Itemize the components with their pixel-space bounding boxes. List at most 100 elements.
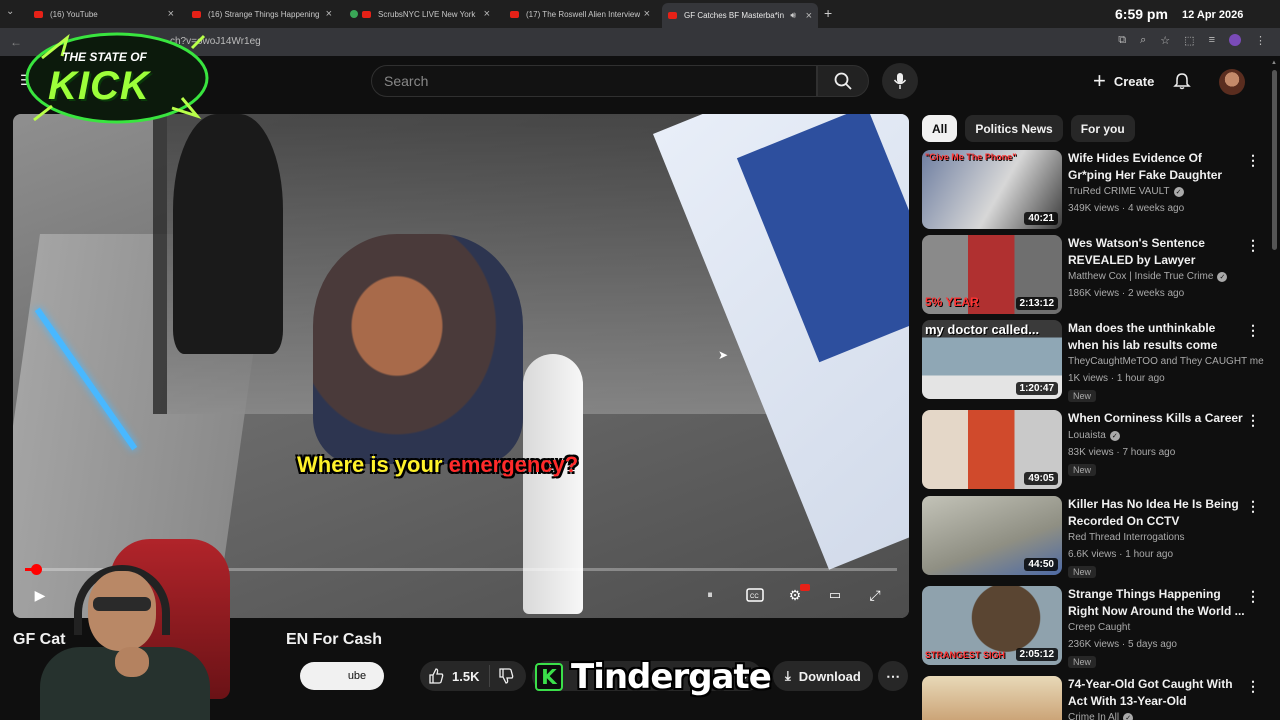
more-options-icon[interactable]: ⋮ <box>1246 412 1260 429</box>
video-title[interactable]: Wife Hides Evidence Of Gr*ping Her Fake … <box>1068 150 1248 184</box>
account-avatar[interactable] <box>1219 69 1245 95</box>
more-options-icon[interactable]: ⋮ <box>1246 498 1260 515</box>
fullscreen-icon[interactable]: ⤢ <box>860 580 890 610</box>
create-button[interactable]: + Create <box>1083 66 1164 96</box>
browser-tab[interactable]: (16) Strange Things Happening × <box>186 4 338 24</box>
autoplay-pause-icon[interactable]: ⏸ <box>695 580 725 610</box>
captions-button[interactable]: CC <box>740 580 770 610</box>
video-title[interactable]: Man does the unthinkable when his lab re… <box>1068 320 1248 354</box>
video-thumbnail[interactable]: "Give Me The Phone" 40:21 <box>922 150 1062 229</box>
close-tab-icon[interactable]: × <box>484 8 490 20</box>
verified-check-icon: ✓ <box>1217 271 1228 282</box>
tab-title: (16) Strange Things Happening <box>208 9 320 19</box>
dislike-button[interactable] <box>490 661 514 691</box>
close-tab-icon[interactable]: × <box>644 8 650 20</box>
thumbnail-caption: 5% YEAR <box>925 295 979 309</box>
install-icon[interactable]: ⧉ <box>1118 34 1126 47</box>
search-button[interactable] <box>817 65 869 97</box>
more-actions-button[interactable]: ⋯ <box>878 661 908 691</box>
video-duration: 44:50 <box>1024 558 1058 571</box>
voice-search-button[interactable] <box>882 63 918 99</box>
chip-all[interactable]: All <box>922 115 958 142</box>
browser-tab-active[interactable]: GF Catches BF Masterba*in 🔊︎ × <box>662 3 818 28</box>
recommended-video[interactable]: 49:05 When Corniness Kills a Career Loua… <box>922 410 1262 492</box>
address-bar-icons: ⧉ ⌕ ☆ ⬚ ≡ ⋮ <box>1118 34 1266 47</box>
channel-name[interactable]: TheyCaughtMeTOO and They CAUGHT me <box>1068 356 1264 367</box>
tab-list-chevron-icon[interactable]: ⌄ <box>6 6 14 17</box>
video-thumbnail[interactable]: STRANGEST SIGH 2:05:12 <box>922 586 1062 665</box>
subtitle-highlight: emergency? <box>448 452 579 477</box>
youtube-icon <box>510 10 519 18</box>
thumbnail-caption: STRANGEST SIGH <box>925 650 1006 660</box>
channel-name-text: Creep Caught <box>1068 622 1131 633</box>
video-title[interactable]: 74-Year-Old Got Caught With Act With 13-… <box>1068 676 1248 710</box>
download-icon: ⤓ <box>785 668 791 683</box>
youtube-icon <box>34 10 43 18</box>
channel-name[interactable]: Red Thread Interrogations <box>1068 532 1185 543</box>
settings-button[interactable]: ⚙︎ <box>780 580 810 610</box>
channel-name-text: Louaista <box>1068 430 1106 441</box>
recommended-video[interactable]: 74-Year-Old Got Caught With Act With 13-… <box>922 676 1262 720</box>
browser-menu-icon[interactable]: ⋮ <box>1255 34 1266 47</box>
channel-name[interactable]: TruRed CRIME VAULT ✓ <box>1068 186 1184 197</box>
like-button[interactable]: 1.5K <box>420 665 490 687</box>
channel-name[interactable]: Creep Caught <box>1068 622 1130 633</box>
tab-title: GF Catches BF Masterba*in <box>684 11 785 20</box>
video-frame-guard <box>173 114 283 354</box>
new-tab-button[interactable]: + <box>824 5 832 21</box>
more-options-icon[interactable]: ⋮ <box>1246 237 1260 254</box>
video-title[interactable]: Wes Watson's Sentence REVEALED by Lawyer <box>1068 235 1248 269</box>
video-thumbnail[interactable]: 5% YEAR 2:13:12 <box>922 235 1062 314</box>
chip-for-you[interactable]: For you <box>1070 115 1135 142</box>
search-input[interactable] <box>372 66 816 96</box>
recommended-video[interactable]: "Give Me The Phone" 40:21 Wife Hides Evi… <box>922 150 1262 232</box>
zoom-icon[interactable]: ⌕ <box>1140 34 1146 47</box>
close-tab-icon[interactable]: × <box>806 10 812 22</box>
video-title[interactable]: When Corniness Kills a Career <box>1068 410 1248 427</box>
notifications-bell-icon[interactable] <box>1173 72 1191 90</box>
filter-chips: All Politics News For you <box>922 115 1135 142</box>
video-meta: 1K views · 1 hour ago <box>1068 373 1165 384</box>
channel-name[interactable]: Matthew Cox | Inside True Crime ✓ <box>1068 271 1228 282</box>
video-thumbnail[interactable]: 44:50 <box>922 496 1062 575</box>
download-button[interactable]: ⤓ Download <box>773 661 873 691</box>
video-title[interactable]: Strange Things Happening Right Now Aroun… <box>1068 586 1248 620</box>
recommended-video[interactable]: STRANGEST SIGH 2:05:12 Strange Things Ha… <box>922 586 1262 668</box>
chip-politics-news[interactable]: Politics News <box>965 115 1063 142</box>
video-duration: 2:13:12 <box>1015 297 1058 310</box>
bookmark-star-icon[interactable]: ☆ <box>1160 34 1170 47</box>
recommended-video[interactable]: my doctor called... 1:20:47 Man does the… <box>922 320 1264 402</box>
more-options-icon[interactable]: ⋮ <box>1246 588 1260 605</box>
profile-avatar-icon[interactable] <box>1229 34 1241 46</box>
video-title[interactable]: Killer Has No Idea He Is Being Recorded … <box>1068 496 1248 530</box>
video-duration: 49:05 <box>1024 472 1058 485</box>
theater-mode-icon[interactable]: ▭ <box>820 580 850 610</box>
hd-badge-icon <box>800 584 810 591</box>
more-options-icon[interactable]: ⋮ <box>1246 152 1260 169</box>
scrollbar-thumb[interactable] <box>1272 70 1277 250</box>
like-dislike-group: 1.5K <box>420 661 526 691</box>
video-thumbnail[interactable]: my doctor called... 1:20:47 <box>922 320 1062 399</box>
back-arrow-icon[interactable]: ← <box>10 35 22 49</box>
browser-tab[interactable]: (17) The Roswell Alien Interview × <box>504 4 656 24</box>
browser-tab[interactable]: (16) YouTube × <box>28 4 180 24</box>
video-thumbnail[interactable] <box>922 676 1062 720</box>
media-controls-icon[interactable]: ≡ <box>1209 34 1215 47</box>
video-thumbnail[interactable]: 49:05 <box>922 410 1062 489</box>
channel-name[interactable]: Crime In All ✓ <box>1068 712 1134 720</box>
browser-tab-bar: ⌄ (16) YouTube × (16) Strange Things Hap… <box>0 0 1280 28</box>
recommended-video[interactable]: 44:50 Killer Has No Idea He Is Being Rec… <box>922 496 1262 578</box>
more-options-icon[interactable]: ⋮ <box>1246 322 1260 339</box>
recommended-video[interactable]: 5% YEAR 2:13:12 Wes Watson's Sentence RE… <box>922 235 1262 317</box>
overlay-banner-text: Tindergate <box>571 657 772 697</box>
scroll-up-arrow-icon[interactable]: ▲ <box>1271 60 1277 66</box>
close-tab-icon[interactable]: × <box>168 8 174 20</box>
close-tab-icon[interactable]: × <box>326 8 332 20</box>
browser-tab[interactable]: ScrubsNYC LIVE New York C × <box>344 4 496 24</box>
extensions-icon[interactable]: ⬚ <box>1184 34 1194 47</box>
video-frame-people <box>313 234 523 464</box>
video-frame-kiosk <box>523 354 583 614</box>
more-options-icon[interactable]: ⋮ <box>1246 678 1260 695</box>
speaker-icon[interactable]: 🔊︎ <box>790 10 796 21</box>
channel-name[interactable]: Louaista ✓ <box>1068 430 1120 441</box>
